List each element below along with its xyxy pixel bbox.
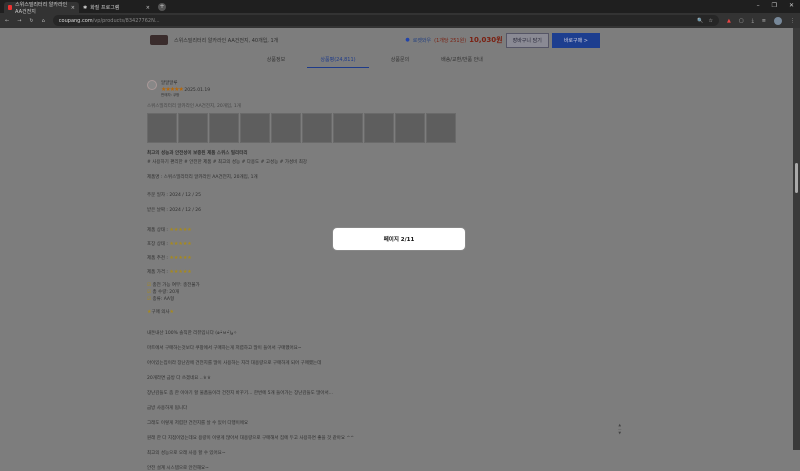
- rating-stars: ★★★★★: [169, 227, 192, 233]
- browser-tab[interactable]: ✱ 화질 프로그램 ×: [79, 2, 154, 13]
- review-body-line: 장난감들도 좀 한 이야기 할 물품들이라 건전지 바꾸기... 한번에 5개 …: [147, 391, 333, 396]
- review-body-line: 안전 설계 시스템으로 안전해요~: [147, 466, 209, 471]
- scrollbar-thumb[interactable]: [795, 163, 798, 193]
- new-tab-button[interactable]: +: [158, 3, 166, 11]
- scrollbar[interactable]: [793, 28, 800, 450]
- download-icon[interactable]: ⤓: [752, 18, 754, 24]
- tab-reviews[interactable]: 상품평(24,811): [307, 56, 369, 68]
- rating-row: 제품 추천 : ★★★★★: [147, 255, 467, 261]
- page-indicator-toast: 페이지 2/11: [332, 227, 466, 251]
- buy-again: 구매 의사: [151, 310, 170, 315]
- receive-date: 받은 날짜 : 2024 / 12 / 26: [147, 208, 202, 213]
- product-option: 스위스밀리터리 알카라인 AA건전지, 20개입, 1개: [147, 104, 241, 109]
- review-photos: [147, 113, 467, 143]
- rating-row: 제품 가격 : ★★★★★: [147, 269, 467, 275]
- rating-stars: ★★★★★: [169, 241, 192, 247]
- url-path: /vp/products/83427762N...: [92, 17, 160, 24]
- reviewer-avatar: [147, 80, 157, 90]
- floating-widget[interactable]: ▲ — ▼: [618, 423, 622, 435]
- url-host: coupang.com: [58, 17, 93, 24]
- add-to-cart-button[interactable]: 장바구니 담기: [505, 32, 549, 48]
- zoom-icon[interactable]: 🔍: [697, 18, 703, 24]
- review-photo[interactable]: [271, 113, 301, 143]
- extensions-icon[interactable]: ▢: [739, 18, 744, 24]
- review-photo[interactable]: [209, 113, 239, 143]
- review-photo[interactable]: [333, 113, 363, 143]
- review-body-line: 내돈내산 100% 솔직한 리뷰입니다 (๑•̀ㅂ•́)و✧: [147, 331, 238, 336]
- review-photo[interactable]: [178, 113, 208, 143]
- tab-title: 화질 프로그램: [90, 5, 120, 11]
- review-product-line: 제품명 : 스위스밀리터리 알카라인 AA건전지, 20개입, 1개: [147, 175, 258, 180]
- reload-icon[interactable]: ↻: [29, 18, 33, 24]
- close-icon[interactable]: ×: [146, 5, 150, 11]
- review-date: 2025.01.19: [184, 88, 211, 93]
- rocket-badge: 로켓와우: [412, 37, 432, 44]
- favicon-icon: [8, 5, 13, 10]
- review-body-line: 원래 한 다 지점이었는데요 용량이 이렇게 많아서 대용량으로 구매해서 집에…: [147, 436, 355, 441]
- review-body-line: 아이있는집이라 장난감에 건전지를 많이 사용하는 지라 대용량으로 구매하게 …: [147, 361, 322, 366]
- close-icon[interactable]: ×: [71, 5, 75, 11]
- minimize-icon[interactable]: –: [757, 2, 760, 9]
- review-body-line: 20개라면 금방 다 쓰겠네요 ..ㅎㅎ: [147, 376, 211, 381]
- product-tabs: 상품정보 상품평(24,811) 상품문의 배송/교환/반품 안내: [245, 56, 493, 68]
- star-icon: ★: [169, 309, 174, 315]
- review-photo[interactable]: [426, 113, 456, 143]
- tab-product-info[interactable]: 상품정보: [245, 56, 307, 68]
- check-icon: ☑: [147, 297, 152, 302]
- price: 10,030원: [469, 36, 503, 44]
- review-body-line: 마트에서 구매하는것보다 쿠팡에서 구매하는게 저렴하고 많이 들어서 구매했어…: [147, 346, 302, 351]
- buy-now-button[interactable]: 바로구매 >: [551, 32, 600, 48]
- profile-avatar[interactable]: [774, 16, 782, 25]
- unit-price: (1개당 251원): [434, 37, 467, 44]
- rating-stars: ★★★★★: [161, 86, 184, 93]
- review-body-line: 그래도 이렇게 저렴한 건전지를 살 수 있어 다행이에요: [147, 421, 249, 426]
- tab-inquiry[interactable]: 상품문의: [369, 56, 431, 68]
- rating-stars: ★★★★★: [169, 269, 192, 275]
- star-icon[interactable]: ☆: [709, 18, 713, 24]
- sticky-product-header: 스위스밀리터리 알카라인 AA건전지, 40개입, 1개 ● 로켓와우 (1개당…: [150, 32, 600, 48]
- rating-label: 제품 가격 :: [147, 270, 168, 275]
- browser-tab-active[interactable]: 스위스밀리터리 알카라인 AA건전지 ×: [4, 1, 79, 15]
- puzzle-icon: ✱: [83, 4, 88, 11]
- review-photo[interactable]: [395, 113, 425, 143]
- check-item: 종류: AA형: [152, 297, 175, 302]
- product-title: 스위스밀리터리 알카라인 AA건전지, 40개입, 1개: [174, 37, 279, 44]
- home-icon[interactable]: ⌂: [42, 18, 45, 24]
- review-photo[interactable]: [364, 113, 394, 143]
- check-item: 총 수량: 20개: [152, 290, 180, 295]
- extension-icon[interactable]: ▲: [727, 18, 731, 24]
- url-input[interactable]: coupang.com/vp/products/83427762N... 🔍 ☆: [52, 15, 719, 26]
- review-photo[interactable]: [147, 113, 177, 143]
- close-window-icon[interactable]: ✕: [789, 2, 794, 9]
- back-icon[interactable]: ←: [5, 18, 9, 24]
- rating-label: 제품 추천 :: [147, 256, 168, 261]
- review-headline: 최고의 성능과 안전성이 보증된 제품 스위스 밀리터리: [147, 151, 248, 156]
- review-item: 알알알루 ★★★★★ 2025.01.19 판매자: 쿠팡 스위스밀리터리 알카…: [147, 80, 467, 471]
- menu-icon[interactable]: ⋮: [790, 18, 795, 24]
- review-photo[interactable]: [302, 113, 332, 143]
- check-icon: ☑: [147, 290, 152, 295]
- restore-icon[interactable]: ❐: [772, 2, 777, 9]
- browser-tab-bar: 스위스밀리터리 알카라인 AA건전지 × ✱ 화질 프로그램 × + – ❐ ✕: [0, 0, 800, 15]
- seller: 판매자: 쿠팡: [161, 93, 180, 97]
- rating-stars: ★★★★★: [169, 255, 192, 261]
- rating-label: 제품 상태 :: [147, 228, 168, 233]
- rating-label: 포장 상태 :: [147, 242, 168, 247]
- product-thumbnail: [150, 35, 168, 45]
- page-indicator-text: 페이지 2/11: [383, 237, 415, 243]
- review-tags: # 사용하기 편리한 # 안전한 제품 # 최고의 성능 # 다용도 # 고성능…: [147, 160, 307, 165]
- reader-icon[interactable]: ≡: [762, 18, 766, 24]
- review-photo[interactable]: [240, 113, 270, 143]
- tab-shipping[interactable]: 배송/교환/반품 안내: [431, 56, 493, 68]
- review-body-line: 최고의 성능으로 오래 사용 할 수 있어요~: [147, 451, 226, 456]
- tab-title: 스위스밀리터리 알카라인 AA건전지: [15, 1, 68, 15]
- forward-icon[interactable]: →: [17, 18, 21, 24]
- review-body-line: 금방 사용하게 됩니다: [147, 406, 188, 411]
- rocket-icon: ●: [405, 37, 410, 43]
- address-bar-row: ← → ↻ ⌂ coupang.com/vp/products/83427762N..…: [0, 13, 800, 28]
- order-date: 주문 일자 : 2024 / 12 / 25: [147, 193, 202, 198]
- check-icon: ☑: [147, 283, 152, 288]
- check-item: 충전 가능 여부: 충전불가: [152, 283, 200, 288]
